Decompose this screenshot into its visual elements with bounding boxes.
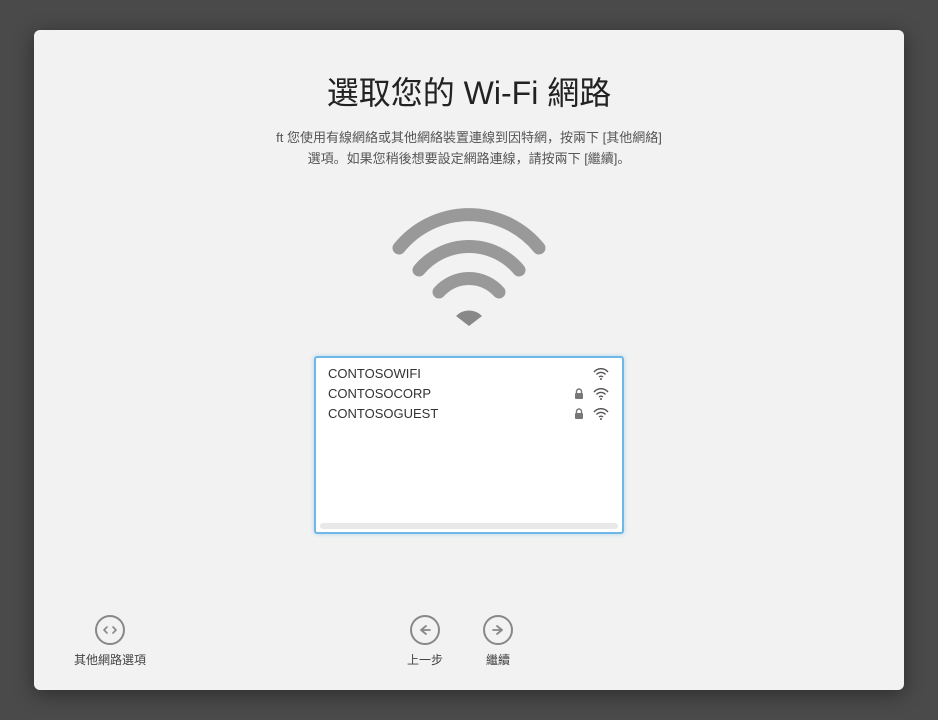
lock-icon [572,408,586,420]
arrow-left-icon [410,615,440,645]
lock-icon [572,388,586,400]
footer-nav: 其他網路選項 上一步 繼續 [34,615,904,668]
network-row[interactable]: CONTOSOWIFI [316,364,622,384]
wifi-signal-icon [592,368,610,380]
subtitle-line-2: 選項。如果您稍後想要設定網路連線，請按兩下 [繼續]。 [308,151,631,166]
page-title: 選取您的 Wi-Fi 網路 [74,68,864,114]
network-name: CONTOSOCORP [328,386,572,401]
network-name: CONTOSOGUEST [328,406,572,421]
options-icon [95,615,125,645]
arrow-right-icon [483,615,513,645]
network-row[interactable]: CONTOSOGUEST [316,404,622,424]
wifi-hero-icon [74,198,864,338]
wifi-signal-icon [592,388,610,400]
page-subtitle: ft 您使用有線網絡或其他網絡裝置連線到因特網，按兩下 [其他網絡] 選項。如果… [74,128,864,170]
other-options-label: 其他網路選項 [74,651,146,668]
continue-button[interactable]: 繼續 [483,615,513,668]
back-label: 上一步 [407,651,443,668]
subtitle-line-1: ft 您使用有線網絡或其他網絡裝置連線到因特網，按兩下 [其他網絡] [276,130,662,145]
setup-window: 選取您的 Wi-Fi 網路 ft 您使用有線網絡或其他網絡裝置連線到因特網，按兩… [34,30,904,690]
network-name: CONTOSOWIFI [328,366,572,381]
network-list-box[interactable]: CONTOSOWIFI CONTOSOCORP [314,356,624,534]
scrollbar[interactable] [320,523,618,529]
wifi-signal-icon [592,408,610,420]
continue-label: 繼續 [486,651,510,668]
network-row[interactable]: CONTOSOCORP [316,384,622,404]
other-network-options-button[interactable]: 其他網路選項 [74,615,146,668]
back-button[interactable]: 上一步 [407,615,443,668]
